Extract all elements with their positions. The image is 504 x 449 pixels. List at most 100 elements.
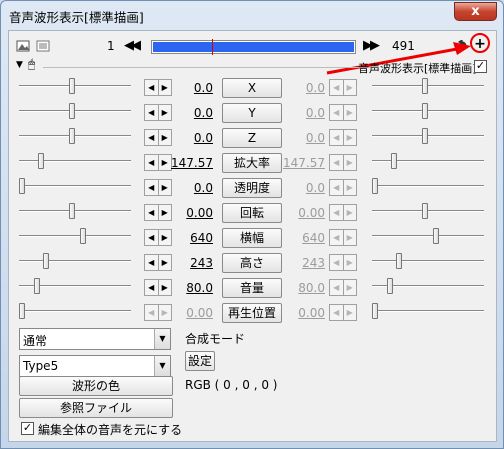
end-value[interactable]: 0.00 <box>279 306 325 320</box>
decrement-arrow-icon[interactable]: ◀ <box>330 255 344 270</box>
end-value[interactable]: 0.00 <box>279 206 325 220</box>
param-label-button[interactable]: 高さ <box>222 253 282 273</box>
right-slider-track[interactable] <box>372 135 484 137</box>
increment-arrow-icon[interactable]: ▶ <box>344 105 357 120</box>
param-label-button[interactable]: 横幅 <box>222 228 282 248</box>
end-value[interactable]: 243 <box>279 256 325 270</box>
right-slider-track[interactable] <box>372 85 484 87</box>
param-label-button[interactable]: 拡大率 <box>222 153 282 173</box>
start-value[interactable]: 0.0 <box>167 181 213 195</box>
decrement-arrow-icon[interactable]: ◀ <box>145 105 159 120</box>
right-spin-buttons[interactable]: ◀ ▶ <box>329 304 357 321</box>
end-value[interactable]: 0.0 <box>279 131 325 145</box>
right-slider-thumb[interactable] <box>422 203 428 219</box>
left-slider-track[interactable] <box>19 85 131 87</box>
left-slider-thumb[interactable] <box>69 203 75 219</box>
left-slider-track[interactable] <box>19 310 131 312</box>
start-value[interactable]: 0.0 <box>167 131 213 145</box>
decrement-arrow-icon[interactable]: ◀ <box>145 230 159 245</box>
decrement-arrow-icon[interactable]: ◀ <box>145 255 159 270</box>
decrement-arrow-icon[interactable]: ◀ <box>145 130 159 145</box>
close-button[interactable]: x <box>454 2 497 21</box>
decrement-arrow-icon[interactable]: ◀ <box>145 155 159 170</box>
previous-frame-button[interactable]: ◀◀ <box>124 38 141 53</box>
left-slider-thumb[interactable] <box>19 178 25 194</box>
start-value[interactable]: 0.00 <box>167 306 213 320</box>
right-slider-track[interactable] <box>372 235 484 237</box>
increment-arrow-icon[interactable]: ▶ <box>344 205 357 220</box>
increment-arrow-icon[interactable]: ▶ <box>344 130 357 145</box>
collapse-arrow-icon[interactable]: ▼ <box>16 60 23 70</box>
param-label-button[interactable]: 透明度 <box>222 178 282 198</box>
right-spin-buttons[interactable]: ◀ ▶ <box>329 154 357 171</box>
right-slider-thumb[interactable] <box>387 278 393 294</box>
right-spin-buttons[interactable]: ◀ ▶ <box>329 129 357 146</box>
right-slider-track[interactable] <box>372 210 484 212</box>
decrement-arrow-icon[interactable]: ◀ <box>145 205 159 220</box>
right-spin-buttons[interactable]: ◀ ▶ <box>329 79 357 96</box>
left-slider-thumb[interactable] <box>43 253 49 269</box>
decrement-arrow-icon[interactable]: ◀ <box>145 280 159 295</box>
right-spin-buttons[interactable]: ◀ ▶ <box>329 104 357 121</box>
left-slider-track[interactable] <box>19 185 131 187</box>
right-spin-buttons[interactable]: ◀ ▶ <box>329 254 357 271</box>
end-value[interactable]: 0.0 <box>279 106 325 120</box>
right-slider-thumb[interactable] <box>433 228 439 244</box>
right-slider-thumb[interactable] <box>372 303 378 319</box>
left-slider-thumb[interactable] <box>69 103 75 119</box>
right-slider-track[interactable] <box>372 185 484 187</box>
left-slider-thumb[interactable] <box>69 78 75 94</box>
decrement-arrow-icon[interactable]: ◀ <box>330 305 344 320</box>
left-slider-thumb[interactable] <box>38 153 44 169</box>
settings-button[interactable]: 設定 <box>185 351 215 371</box>
right-slider-thumb[interactable] <box>422 78 428 94</box>
increment-arrow-icon[interactable]: ▶ <box>344 305 357 320</box>
end-value[interactable]: 640 <box>279 231 325 245</box>
increment-arrow-icon[interactable]: ▶ <box>344 230 357 245</box>
right-slider-track[interactable] <box>372 310 484 312</box>
left-slider-track[interactable] <box>19 260 131 262</box>
start-value[interactable]: 80.0 <box>167 281 213 295</box>
decrement-arrow-icon[interactable]: ◀ <box>330 230 344 245</box>
decrement-arrow-icon[interactable]: ◀ <box>330 155 344 170</box>
increment-arrow-icon[interactable]: ▶ <box>344 155 357 170</box>
decrement-arrow-icon[interactable]: ◀ <box>145 305 159 320</box>
start-value[interactable]: 0.00 <box>167 206 213 220</box>
reference-file-button[interactable]: 参照ファイル <box>19 398 173 418</box>
right-slider-track[interactable] <box>372 110 484 112</box>
right-spin-buttons[interactable]: ◀ ▶ <box>329 179 357 196</box>
right-slider-thumb[interactable] <box>396 253 402 269</box>
param-label-button[interactable]: 回転 <box>222 203 282 223</box>
use-all-audio-checkbox[interactable]: ✓ <box>21 422 34 435</box>
increment-arrow-icon[interactable]: ▶ <box>344 80 357 95</box>
increment-arrow-icon[interactable]: ▶ <box>344 180 357 195</box>
decrement-arrow-icon[interactable]: ◀ <box>330 205 344 220</box>
right-spin-buttons[interactable]: ◀ ▶ <box>329 279 357 296</box>
mouse-icon[interactable]: 🖱 <box>28 57 35 72</box>
right-slider-track[interactable] <box>372 260 484 262</box>
right-slider-track[interactable] <box>372 160 484 162</box>
left-slider-track[interactable] <box>19 110 131 112</box>
end-value[interactable]: 0.0 <box>279 181 325 195</box>
increment-arrow-icon[interactable]: ▶ <box>344 280 357 295</box>
decrement-arrow-icon[interactable]: ◀ <box>145 80 159 95</box>
type-select[interactable]: Type5 ▼ <box>19 355 171 377</box>
right-slider-thumb[interactable] <box>422 128 428 144</box>
end-value[interactable]: 0.0 <box>279 81 325 95</box>
param-label-button[interactable]: X <box>222 78 282 98</box>
object-enabled-checkbox[interactable]: ✓ <box>474 60 487 73</box>
left-slider-thumb[interactable] <box>69 128 75 144</box>
increment-arrow-icon[interactable]: ▶ <box>344 255 357 270</box>
start-value[interactable]: 0.0 <box>167 81 213 95</box>
camera-icon[interactable] <box>15 38 31 54</box>
param-label-button[interactable]: 音量 <box>222 278 282 298</box>
left-slider-thumb[interactable] <box>19 303 25 319</box>
start-value[interactable]: 147.57 <box>167 156 213 170</box>
left-slider-track[interactable] <box>19 160 131 162</box>
param-label-button[interactable]: Z <box>222 128 282 148</box>
wave-color-button[interactable]: 波形の色 <box>19 376 173 396</box>
param-label-button[interactable]: Y <box>222 103 282 123</box>
playhead-marker[interactable] <box>212 39 213 55</box>
right-slider-thumb[interactable] <box>372 178 378 194</box>
end-value[interactable]: 147.57 <box>279 156 325 170</box>
